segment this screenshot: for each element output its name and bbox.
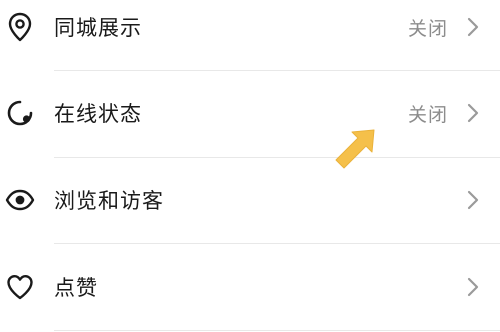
location-pin-icon [5,12,35,42]
settings-row-label: 浏览和访客 [54,189,164,213]
chevron-right-icon [466,103,480,123]
divider [54,330,500,331]
settings-row-value: 关闭 [407,17,448,40]
settings-row-label: 点赞 [54,276,98,300]
chevron-right-icon [466,17,480,37]
online-status-icon [5,98,35,128]
settings-row-nearby-display[interactable]: 同城展示 关闭 [0,0,500,70]
annotation-arrow-icon [330,124,382,176]
chevron-right-icon [466,277,480,297]
settings-row-label: 在线状态 [54,102,142,126]
heart-icon [5,272,35,302]
settings-row-online-status[interactable]: 在线状态 关闭 [0,70,500,156]
settings-row-views-and-visitors[interactable]: 浏览和访客 [0,157,500,243]
privacy-settings-screen: 同城展示 关闭 在线状态 关闭 浏览和访客 点赞 [0,0,500,332]
settings-row-label: 同城展示 [54,16,142,40]
eye-icon [5,185,35,215]
settings-row-value: 关闭 [407,103,448,126]
chevron-right-icon [466,190,480,210]
settings-row-likes[interactable]: 点赞 [0,244,500,330]
